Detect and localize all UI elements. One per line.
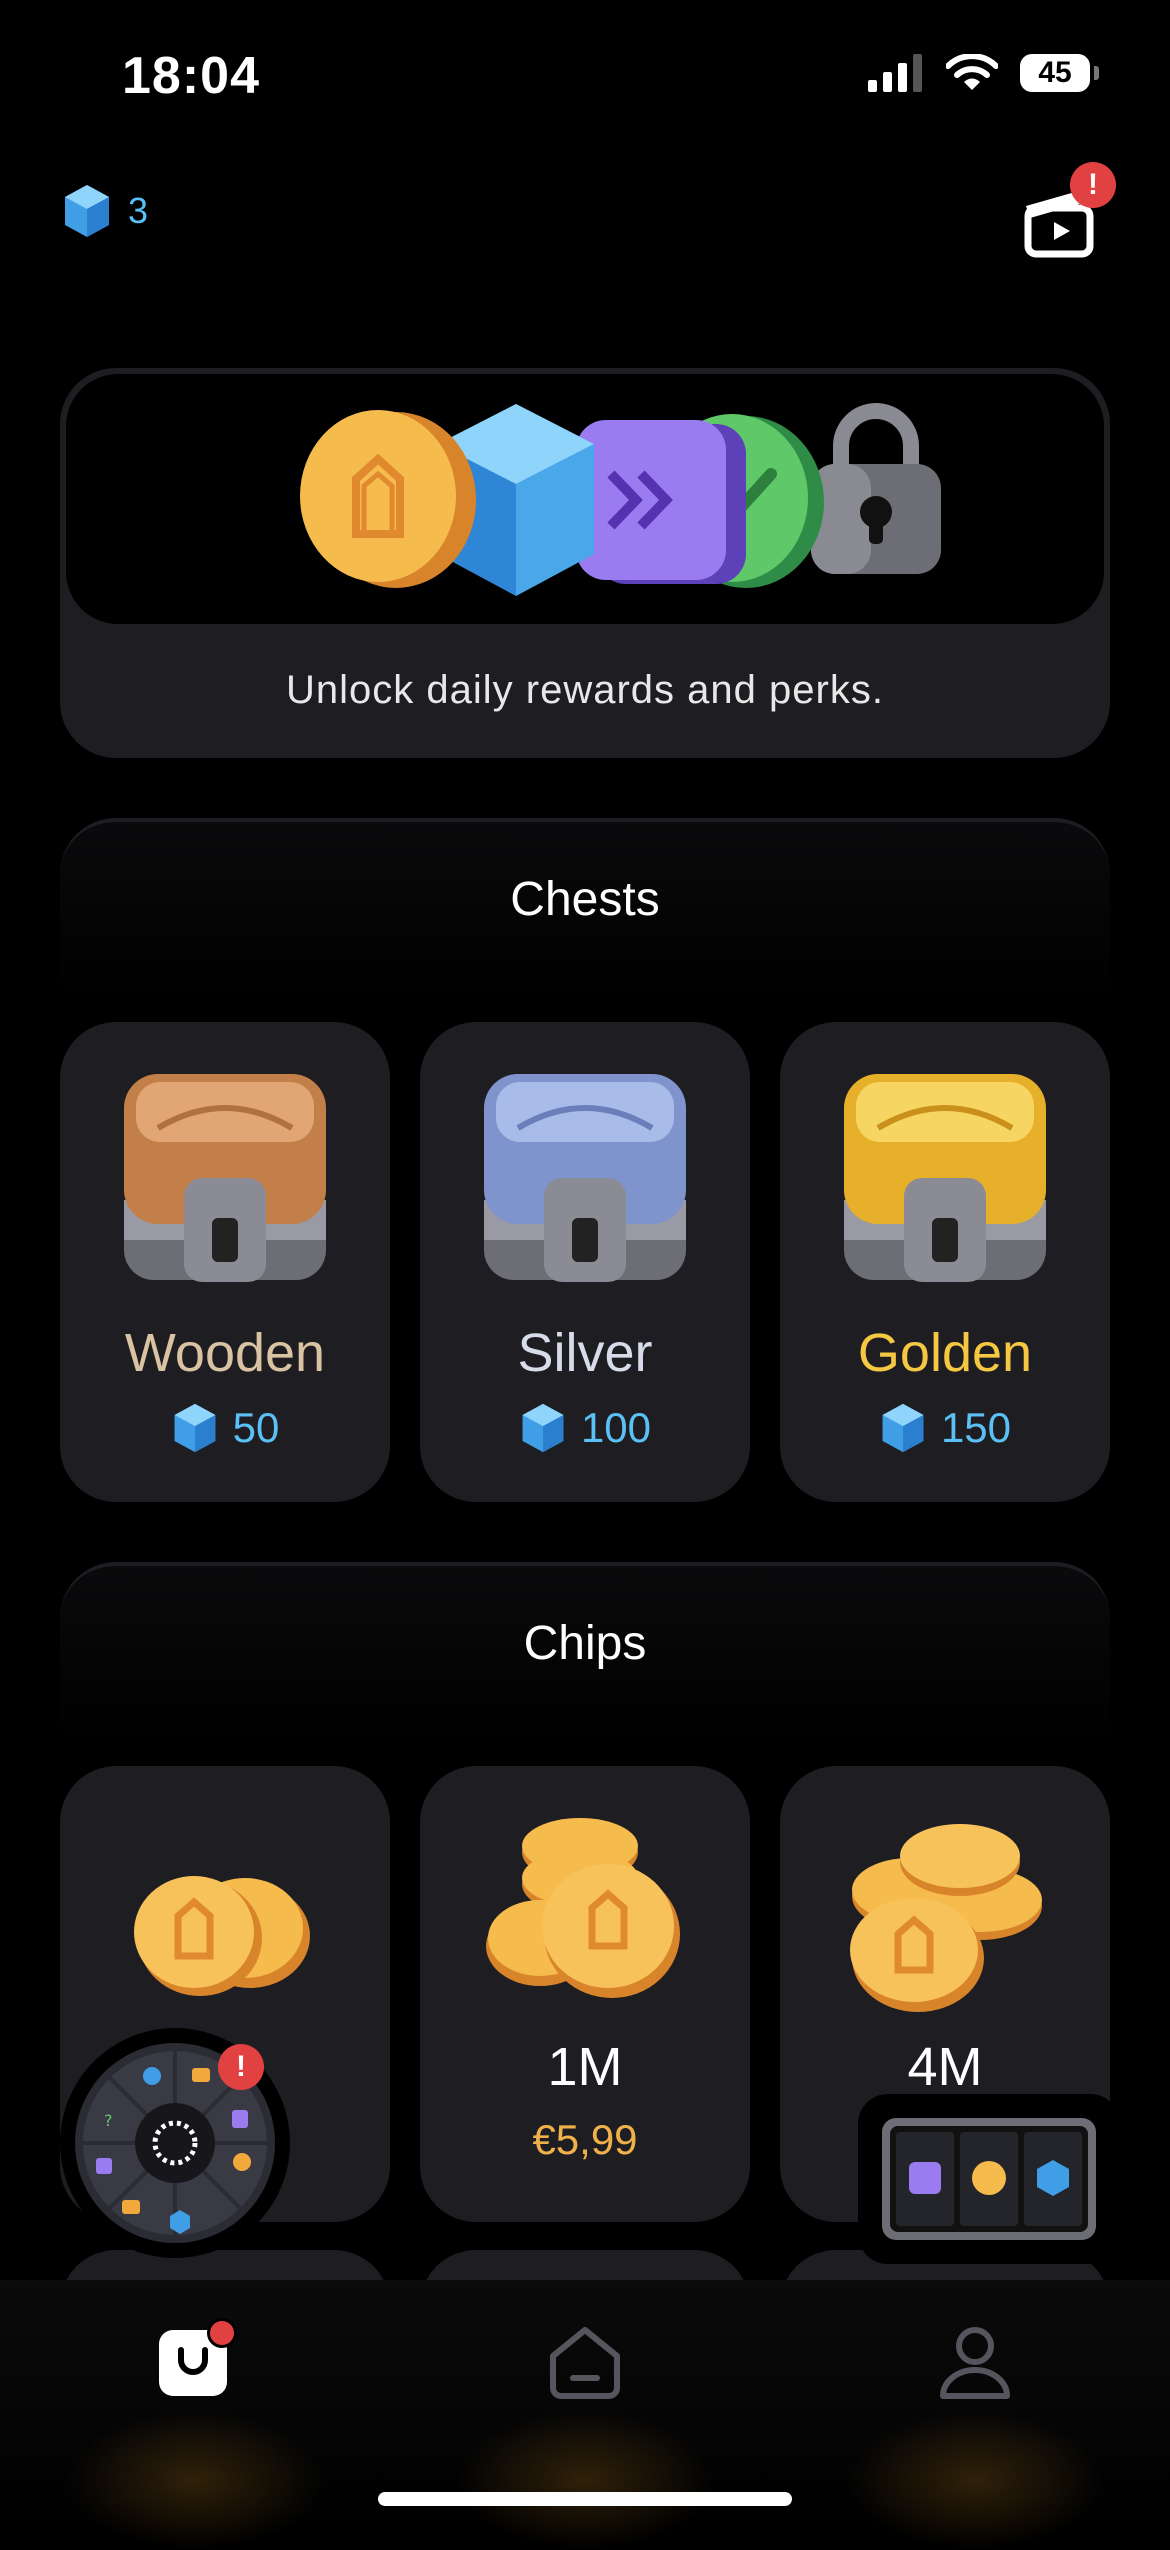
shop-tab[interactable] bbox=[155, 2318, 237, 2400]
gem-icon bbox=[174, 1403, 216, 1453]
chip-stack-icon bbox=[134, 1876, 310, 1996]
video-alert-badge: ! bbox=[1070, 162, 1116, 208]
chests-section-header: Chests bbox=[60, 818, 1110, 1022]
watch-video-button[interactable]: ! bbox=[1018, 162, 1116, 258]
boost-token-icon bbox=[576, 420, 746, 584]
svg-text:?: ? bbox=[104, 2111, 113, 2130]
home-indicator bbox=[378, 2492, 792, 2506]
chest-price-wooden: 50 bbox=[60, 1402, 390, 1454]
signal-icon bbox=[868, 54, 922, 92]
profile-icon bbox=[940, 2327, 1010, 2399]
chest-price-golden: 150 bbox=[780, 1402, 1110, 1454]
chip-amount: 1M bbox=[547, 2037, 623, 2097]
slot-reels-icon bbox=[882, 2118, 1096, 2240]
lock-icon bbox=[811, 403, 941, 574]
gem-icon bbox=[65, 185, 109, 237]
wooden-chest-icon bbox=[124, 1074, 326, 1282]
gem-count-label: 3 bbox=[128, 190, 149, 231]
tab-glow bbox=[65, 2410, 325, 2550]
perks-description: Unlock daily rewards and perks. bbox=[286, 668, 884, 712]
chip-pack-card-2[interactable]: 1M €5,99 bbox=[420, 1766, 750, 2222]
spin-wheel-button[interactable]: ? ! bbox=[60, 2028, 290, 2258]
silver-chest-icon bbox=[484, 1074, 686, 1282]
chest-price-label: 150 bbox=[940, 1404, 1012, 1451]
chest-card-golden[interactable]: Golden 150 bbox=[780, 1022, 1110, 1502]
chest-name-wooden: Wooden bbox=[124, 1323, 326, 1383]
perks-illustration bbox=[66, 374, 1104, 624]
tab-glow bbox=[845, 2410, 1105, 2550]
chip-stack-icon bbox=[850, 1824, 1042, 2012]
chip-stack-icon bbox=[486, 1818, 680, 1998]
slot-machine-button[interactable] bbox=[858, 2094, 1120, 2264]
gem-icon bbox=[522, 1403, 564, 1453]
gem-balance[interactable]: 3 bbox=[62, 183, 148, 239]
home-tab[interactable] bbox=[545, 2322, 625, 2402]
wheel-alert-badge: ! bbox=[218, 2044, 264, 2090]
chest-price-label: 50 bbox=[232, 1404, 280, 1451]
chip-amount: 4M bbox=[907, 2037, 983, 2097]
chest-card-wooden[interactable]: Wooden 50 bbox=[60, 1022, 390, 1502]
chest-price-label: 100 bbox=[580, 1404, 652, 1451]
perks-card[interactable]: Unlock daily rewards and perks. bbox=[60, 368, 1110, 758]
battery-indicator: 45 bbox=[1020, 54, 1099, 92]
status-icons: 45 bbox=[868, 54, 1099, 92]
chips-section-header: Chips bbox=[60, 1562, 1110, 1766]
chests-title: Chests bbox=[510, 873, 660, 926]
profile-tab[interactable] bbox=[935, 2322, 1015, 2402]
tab-glow bbox=[455, 2410, 715, 2550]
chest-price-silver: 100 bbox=[420, 1402, 750, 1454]
chest-card-silver[interactable]: Silver 100 bbox=[420, 1022, 750, 1502]
chip-token-icon bbox=[300, 410, 476, 588]
chest-name-golden: Golden bbox=[857, 1323, 1033, 1383]
gem-icon bbox=[882, 1403, 924, 1453]
chest-name-silver: Silver bbox=[517, 1323, 653, 1383]
chip-price: €5,99 bbox=[532, 2116, 638, 2163]
wifi-icon bbox=[946, 54, 998, 90]
shop-notification-dot bbox=[207, 2318, 237, 2348]
golden-chest-icon bbox=[844, 1074, 1046, 1282]
status-time: 18:04 bbox=[122, 47, 260, 105]
home-icon bbox=[550, 2327, 620, 2399]
chips-title: Chips bbox=[523, 1617, 647, 1670]
